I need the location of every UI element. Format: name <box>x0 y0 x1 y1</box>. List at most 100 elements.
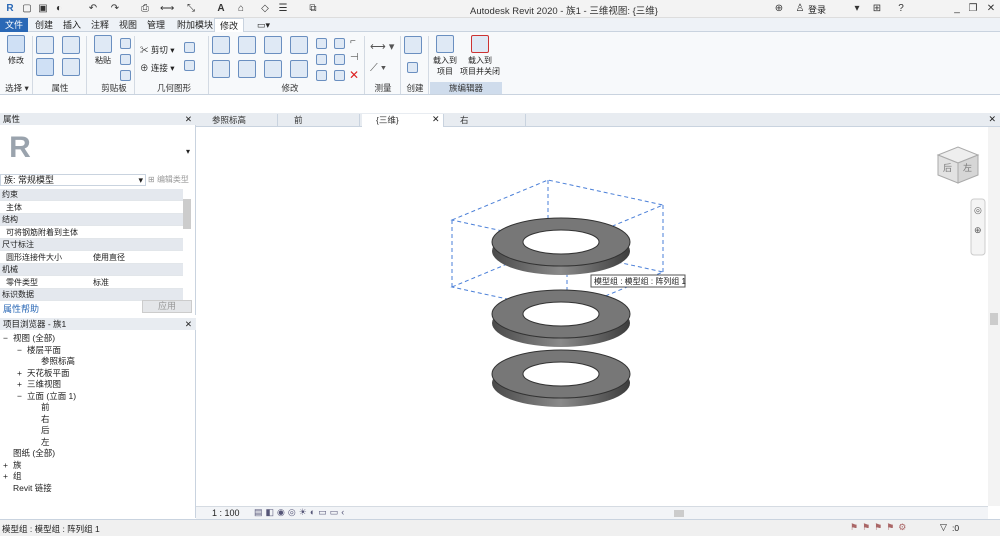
paste-button[interactable]: 粘贴 <box>92 35 114 66</box>
zoom-icon[interactable]: ⊕ <box>974 225 982 235</box>
dimension-tool-icon[interactable]: ⟋ ▾ <box>370 62 386 75</box>
tree-item[interactable]: Revit 链接 <box>3 482 52 494</box>
tab-right[interactable]: 右 <box>446 114 526 127</box>
selection-filter-icons[interactable]: ⚑⚑⚑⚑⚙ <box>850 522 910 533</box>
type-properties-icon[interactable] <box>62 36 80 54</box>
viewcube[interactable]: 后 左 <box>936 146 980 184</box>
browser-close-icon[interactable]: ✕ <box>185 318 192 330</box>
property-section[interactable]: 结构 <box>0 214 183 226</box>
tree-toggle-icon[interactable]: − <box>3 333 13 343</box>
undo-icon[interactable]: ↶ <box>86 2 100 16</box>
tab-insert[interactable]: 插入 <box>58 18 86 32</box>
offset-icon[interactable] <box>238 36 256 54</box>
property-row[interactable]: 可将钢筋附着到主体 <box>0 227 183 239</box>
account-dropdown-icon[interactable]: ▾ <box>850 2 864 16</box>
tree-toggle-icon[interactable]: + <box>17 379 27 389</box>
viewport-close-icon[interactable]: ✕ <box>988 114 996 125</box>
join-geometry-button[interactable]: ⊕ 连接 ▾ <box>140 62 175 74</box>
property-row[interactable]: 圆形连接件大小 使用直径 <box>0 252 183 264</box>
aligned-dim-icon[interactable]: ⤡ <box>184 2 198 16</box>
helix-coil-2[interactable] <box>491 289 631 347</box>
property-section[interactable]: 尺寸标注 <box>0 239 183 251</box>
family-types-icon[interactable] <box>62 58 80 76</box>
edit-type-button[interactable]: ⊞ 编辑类型 <box>148 174 189 185</box>
tab-front[interactable]: 前 <box>280 114 360 127</box>
rotate-icon[interactable] <box>264 60 282 78</box>
tree-toggle-icon[interactable]: + <box>3 471 13 481</box>
copy-small-icon[interactable] <box>120 54 131 65</box>
split-gap-icon[interactable] <box>334 38 345 49</box>
helix-coil-1[interactable] <box>491 217 631 275</box>
navigation-bar[interactable]: ◎ ⊕ <box>970 198 986 256</box>
binoculars-icon[interactable]: ⊕ <box>772 2 786 16</box>
load-into-project-button[interactable]: 载入到 项目 <box>430 35 460 77</box>
group-select[interactable]: 选择 ▾ <box>4 82 30 94</box>
text-icon[interactable]: A <box>214 2 228 16</box>
mirror-draw-icon[interactable] <box>290 36 308 54</box>
family-selector[interactable]: 族: 常规模型 ▾ <box>0 174 146 186</box>
canvas-scrollbar[interactable] <box>988 127 1000 506</box>
redo-icon[interactable]: ↷ <box>108 2 122 16</box>
tree-item[interactable]: + 组 <box>3 470 22 482</box>
delete-icon[interactable]: ✕ <box>349 68 359 82</box>
property-section[interactable]: 约束 <box>0 189 183 201</box>
tree-item[interactable]: 左 <box>31 436 50 448</box>
tab-close-icon[interactable]: ✕ <box>432 114 440 125</box>
measure-tool-icon[interactable]: ⟷ ▾ <box>370 40 394 53</box>
property-row[interactable]: 零件类型 标准 <box>0 277 183 289</box>
tree-item[interactable]: − 视图 (全部) <box>3 332 55 344</box>
signin-link[interactable]: 登录 <box>808 3 826 16</box>
tree-toggle-icon[interactable]: + <box>3 460 13 470</box>
steering-wheel-icon[interactable]: ◎ <box>974 205 982 215</box>
view-scale[interactable]: 1 : 100 <box>212 508 240 518</box>
thin-lines-icon[interactable]: ☰ <box>276 2 290 16</box>
minimize-icon[interactable]: _ <box>950 2 964 16</box>
tree-item[interactable]: − 立面 (立面 1) <box>17 390 76 402</box>
properties-icon[interactable] <box>36 36 54 54</box>
user-icon[interactable]: ♙ <box>793 2 807 16</box>
match-type-icon[interactable] <box>120 70 131 81</box>
hscroll-thumb[interactable] <box>674 510 684 517</box>
tab-file[interactable]: 文件 <box>0 18 29 32</box>
section-icon[interactable]: ◇ <box>258 2 272 16</box>
move-icon[interactable] <box>212 60 230 78</box>
drawing-canvas[interactable]: 模型组 : 模型组 : 阵列组 1 后 左 ◎ ⊕ <box>196 127 988 507</box>
properties-help-link[interactable]: 属性帮助 <box>3 302 39 315</box>
close-icon[interactable]: ✕ <box>984 2 998 16</box>
tab-modify[interactable]: 修改 <box>214 18 245 32</box>
tree-item[interactable]: + 三维视图 <box>17 378 61 390</box>
tab-options-dropdown[interactable]: ▭▾ <box>252 18 275 32</box>
cut-small-icon[interactable] <box>120 38 131 49</box>
apply-button[interactable]: 应用 <box>142 300 192 313</box>
save-icon[interactable]: ▣ <box>36 2 50 16</box>
tree-item[interactable]: + 天花板平面 <box>17 367 70 379</box>
view-control-icons[interactable]: ▤◧◉◎☀◐▭▭‹ <box>254 507 347 518</box>
modify-button[interactable]: 修改 <box>4 35 28 66</box>
property-row[interactable]: 主体 <box>0 202 183 214</box>
unpin-icon[interactable] <box>334 70 345 81</box>
tree-item[interactable]: 参照标高 <box>31 355 75 367</box>
paint-icon[interactable] <box>184 60 195 71</box>
tab-manage[interactable]: 管理 <box>142 18 170 32</box>
open-icon[interactable]: ▢ <box>20 2 34 16</box>
print-icon[interactable]: ⎙ <box>138 2 152 16</box>
property-value[interactable]: 使用直径 <box>93 252 125 264</box>
tree-item[interactable]: − 楼层平面 <box>17 344 61 356</box>
tab-create[interactable]: 创建 <box>30 18 58 32</box>
3d-view-icon[interactable]: ⌂ <box>234 2 248 16</box>
measure-icon[interactable]: ⟷ <box>160 2 174 16</box>
help-icon[interactable]: ? <box>894 2 908 16</box>
type-selector-dropdown[interactable]: ▾ <box>186 147 190 156</box>
align-icon[interactable] <box>212 36 230 54</box>
trim-corner-icon[interactable]: ⌐ <box>350 36 356 47</box>
tree-item[interactable]: 前 <box>31 401 50 413</box>
load-and-close-button[interactable]: 载入到 项目并关闭 <box>460 35 500 77</box>
trim-extend-icon[interactable] <box>290 60 308 78</box>
split-icon[interactable] <box>316 38 327 49</box>
sync-icon[interactable]: ◐ <box>52 2 66 16</box>
property-value[interactable]: 标准 <box>93 277 109 289</box>
restore-icon[interactable]: ❐ <box>966 2 980 16</box>
tab-reference-level[interactable]: 参照标高 <box>198 114 278 127</box>
tree-item[interactable]: + 族 <box>3 459 22 471</box>
scale-icon[interactable] <box>334 54 345 65</box>
